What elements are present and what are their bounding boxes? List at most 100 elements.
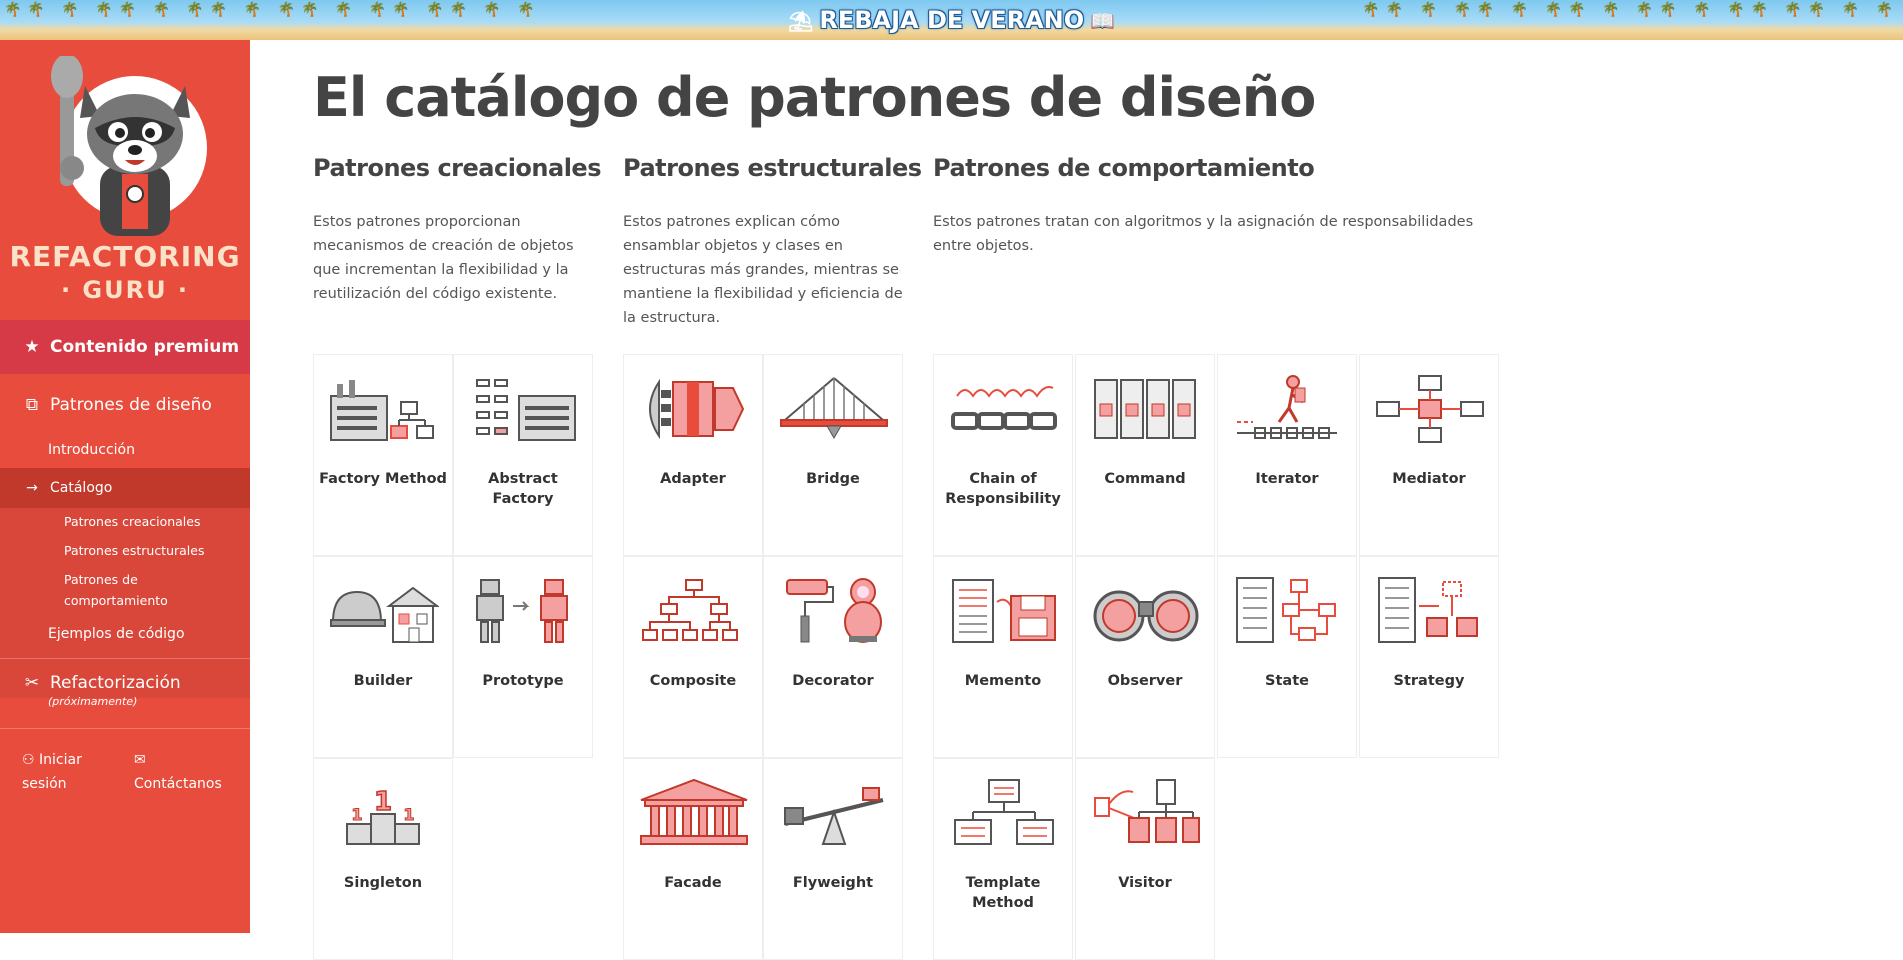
envelope-icon: ✉ — [134, 752, 146, 768]
pattern-name: Bridge — [806, 471, 860, 487]
nav-creational[interactable]: Patrones creacionales — [64, 511, 214, 532]
pattern-name: Chain of Responsibility — [945, 471, 1061, 507]
creational-heading[interactable]: Patrones creacionales — [313, 154, 602, 182]
pattern-name: Factory Method — [319, 471, 447, 487]
pattern-card-bridge[interactable]: Bridge — [763, 354, 903, 556]
adapter-icon — [634, 369, 754, 449]
pattern-card-state[interactable]: State — [1217, 556, 1357, 758]
visitor-icon — [1086, 773, 1206, 853]
pattern-card-builder[interactable]: Builder — [313, 556, 453, 758]
pattern-name: Adapter — [660, 471, 726, 487]
nav-refactoring[interactable]: ✂ Refactorización — [0, 670, 250, 696]
pattern-card-template-method[interactable]: Template Method — [933, 758, 1073, 960]
nav-code-examples[interactable]: Ejemplos de código — [48, 626, 185, 642]
nav-refactoring-label: Refactorización — [50, 673, 181, 693]
pattern-name: Iterator — [1255, 471, 1319, 487]
nav-design-patterns[interactable]: ⧉ Patrones de diseño — [0, 385, 250, 425]
template-method-icon — [944, 773, 1064, 853]
book-icon: 📖 — [1090, 9, 1116, 33]
nav-structural[interactable]: Patrones estructurales — [64, 540, 214, 561]
pattern-card-facade[interactable]: Facade — [623, 758, 763, 960]
pattern-card-abstract-factory[interactable]: Abstract Factory — [453, 354, 593, 556]
puzzle-icon: ⧉ — [25, 395, 39, 415]
behavioral-description: Estos patrones tratan con algoritmos y l… — [933, 214, 1474, 254]
seesaw-icon — [774, 773, 894, 853]
page-title: El catálogo de patrones de diseño — [313, 66, 1316, 129]
pattern-card-memento[interactable]: Memento — [933, 556, 1073, 758]
sale-text: REBAJA DE VERANO — [819, 6, 1085, 34]
building-facade-icon — [634, 773, 754, 853]
raccoon-logo-icon — [51, 56, 207, 236]
pattern-name: Facade — [664, 875, 722, 891]
paint-roller-icon — [774, 571, 894, 651]
pattern-name: Flyweight — [792, 875, 874, 891]
structural-description: Estos patrones explican cómo ensamblar o… — [623, 214, 903, 326]
pattern-name: Strategy — [1393, 673, 1465, 689]
site-logo[interactable]: REFACTORING · GURU · — [0, 40, 250, 310]
user-icon: ⚇ — [22, 752, 35, 768]
pattern-card-chain-of-responsibility[interactable]: Chain of Responsibility — [933, 354, 1073, 556]
contact-link[interactable]: ✉ Contáctanos — [134, 748, 234, 796]
creational-description: Estos patrones proporcionan mecanismos d… — [313, 214, 574, 302]
behavioral-heading[interactable]: Patrones de comportamiento — [933, 154, 1315, 182]
logo-wordmark-sub: · GURU · — [60, 276, 190, 304]
pattern-card-iterator[interactable]: Iterator — [1217, 354, 1357, 556]
logo-wordmark: REFACTORING — [9, 240, 241, 273]
promo-banner[interactable]: 🌴🌴 🌴 🌴🌴 🌴 🌴🌴 🌴 🌴🌴 🌴 🌴🌴 🌴🌴 🌴 🌴 ⛱ REBAJA DE… — [0, 0, 1903, 40]
sidebar-divider-2 — [0, 728, 250, 729]
pattern-card-mediator[interactable]: Mediator — [1359, 354, 1499, 556]
tree-structure-icon — [634, 571, 754, 651]
login-link[interactable]: ⚇ Iniciar sesión — [22, 748, 102, 796]
pattern-card-adapter[interactable]: Adapter — [623, 354, 763, 556]
sidebar: REFACTORING · GURU · ★ Contenido premium… — [0, 40, 250, 933]
state-diagram-icon — [1228, 571, 1348, 651]
pattern-card-decorator[interactable]: Decorator — [763, 556, 903, 758]
pattern-name: State — [1265, 673, 1309, 689]
scissors-icon: ✂ — [24, 673, 40, 693]
pattern-name: Command — [1104, 471, 1186, 487]
command-cards-icon — [1086, 369, 1206, 449]
pattern-name: Visitor — [1118, 875, 1172, 891]
pattern-card-strategy[interactable]: Strategy — [1359, 556, 1499, 758]
pattern-card-factory-method[interactable]: Factory Method — [313, 354, 453, 556]
podium-icon: 111 — [324, 773, 444, 853]
nav-catalog-label: Catálogo — [50, 480, 113, 496]
nav-premium-label: Contenido premium — [50, 337, 240, 357]
pattern-name: Prototype — [482, 673, 564, 689]
beach-umbrella-icon: ⛱ — [787, 9, 814, 33]
strategy-icon — [1370, 571, 1490, 651]
star-icon: ★ — [24, 337, 40, 357]
svg-text:1: 1 — [403, 805, 414, 824]
palm-trees-right: 🌴🌴 🌴 🌴🌴 🌴 🌴🌴 🌴 🌴🌴 🌴 🌴🌴 🌴🌴 🌴 🌴 — [1362, 2, 1899, 18]
pattern-card-observer[interactable]: Observer — [1075, 556, 1215, 758]
pattern-card-composite[interactable]: Composite — [623, 556, 763, 758]
nav-design-patterns-label: Patrones de diseño — [50, 395, 212, 415]
pattern-card-prototype[interactable]: Prototype — [453, 556, 593, 758]
contact-label: Contáctanos — [134, 776, 222, 792]
pattern-card-flyweight[interactable]: Flyweight — [763, 758, 903, 960]
nav-premium-content[interactable]: ★ Contenido premium — [0, 320, 250, 374]
svg-text:1: 1 — [374, 787, 392, 817]
nav-catalog[interactable]: → Catálogo — [0, 468, 250, 508]
pattern-name: Builder — [353, 673, 413, 689]
mediator-icon — [1370, 369, 1490, 449]
pattern-card-visitor[interactable]: Visitor — [1075, 758, 1215, 960]
pattern-card-command[interactable]: Command — [1075, 354, 1215, 556]
pattern-name: Decorator — [792, 673, 874, 689]
pattern-name: Singleton — [343, 875, 423, 891]
pattern-name: Memento — [964, 673, 1042, 689]
builder-icon — [324, 571, 444, 651]
sidebar-divider — [0, 658, 250, 659]
pattern-name: Mediator — [1392, 471, 1466, 487]
bridge-icon — [774, 369, 894, 449]
structural-heading[interactable]: Patrones estructurales — [623, 154, 922, 182]
nav-behavioral[interactable]: Patrones de comportamiento — [64, 569, 214, 611]
svg-text:1: 1 — [351, 805, 362, 824]
pattern-card-singleton[interactable]: 111 Singleton — [313, 758, 453, 960]
pattern-name: Template Method — [965, 875, 1041, 911]
pattern-name: Composite — [649, 673, 737, 689]
chain-icon — [944, 369, 1064, 449]
nav-intro[interactable]: Introducción — [48, 442, 135, 458]
refactoring-note: (próximamente) — [48, 695, 138, 708]
floppy-disk-icon — [944, 571, 1064, 651]
